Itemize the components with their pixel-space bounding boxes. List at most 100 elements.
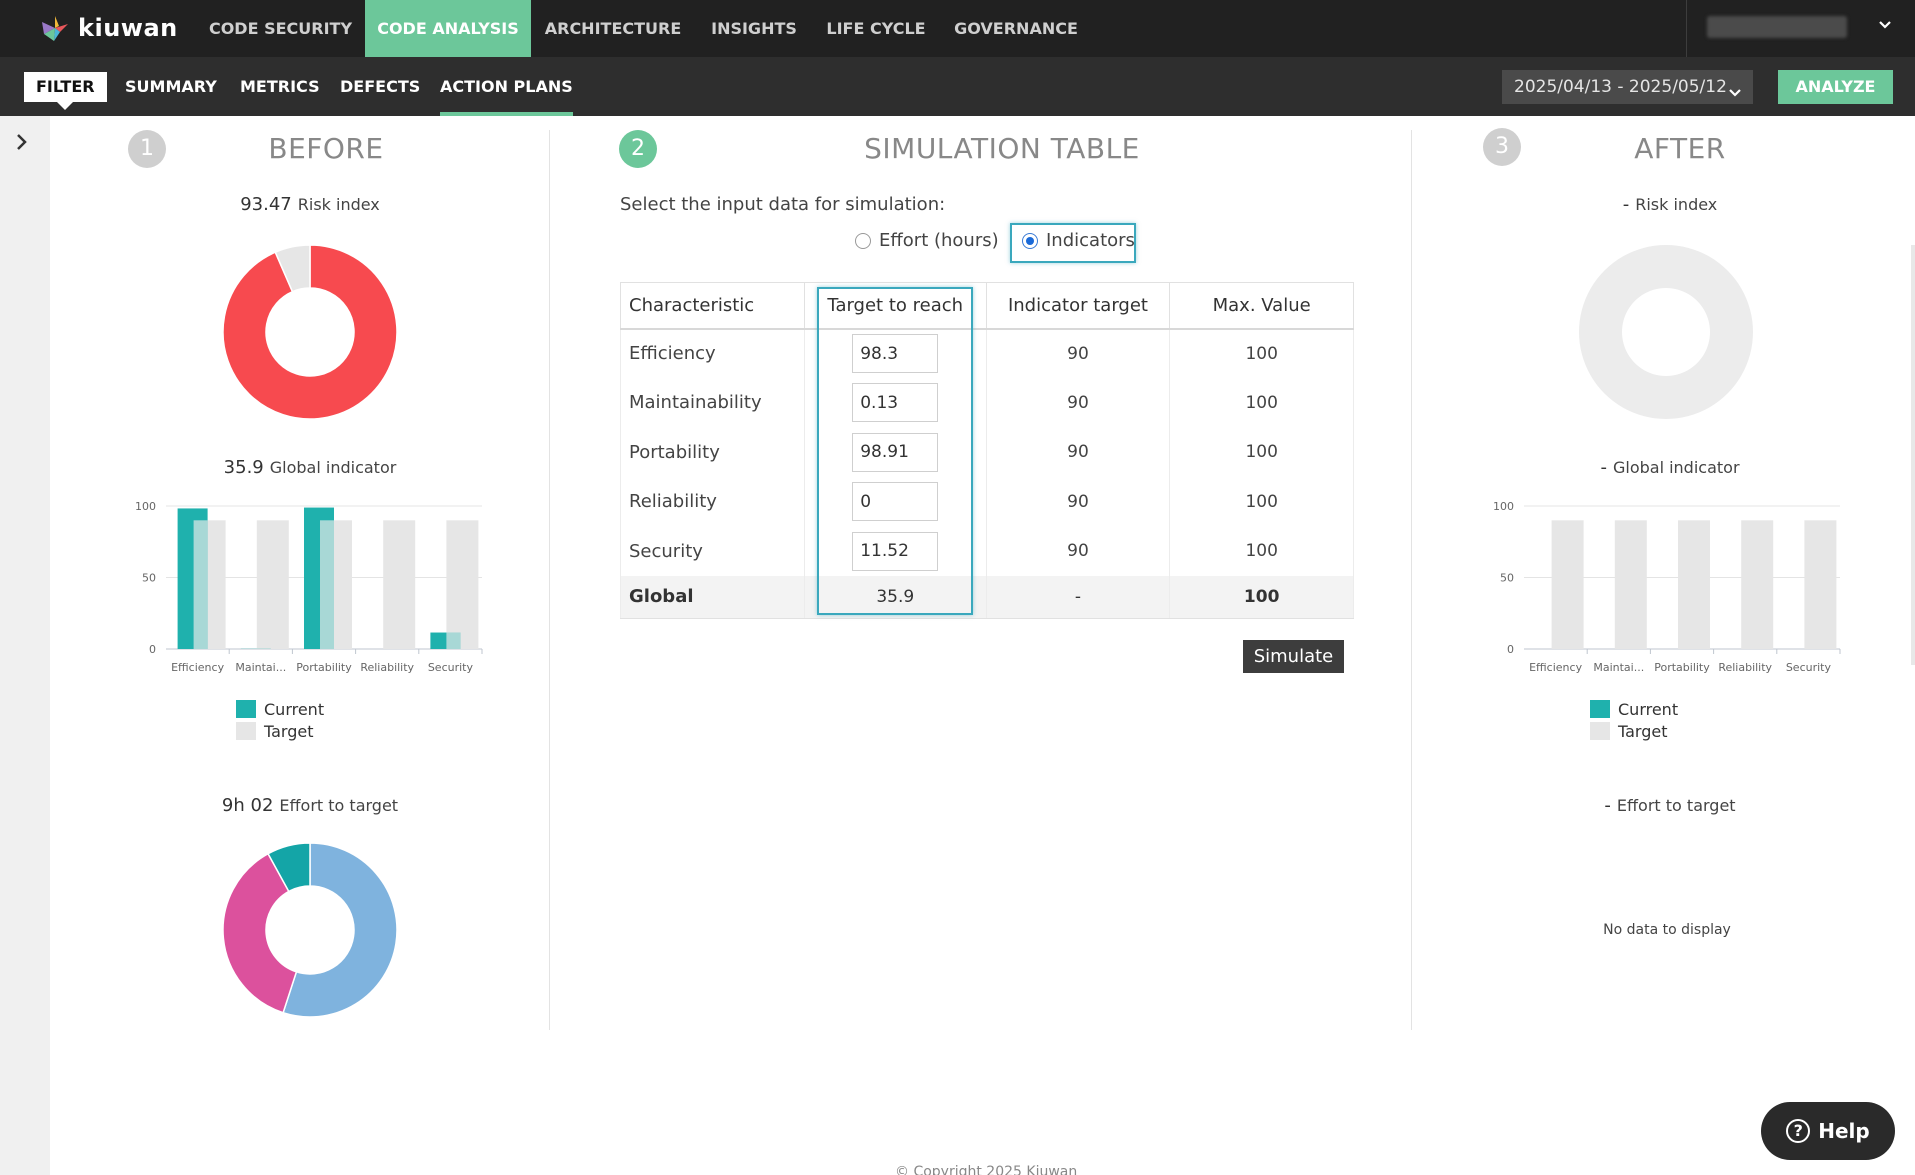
bar-overlap: [446, 632, 461, 649]
bar-target: [1614, 520, 1647, 649]
simulate-button[interactable]: Simulate: [1243, 640, 1344, 673]
bar-target: [1551, 520, 1584, 649]
after-effort-label: Effort to target: [1616, 796, 1736, 815]
step-number-2: 2: [619, 130, 657, 168]
bar-target: [1741, 520, 1774, 649]
date-range-select[interactable]: 2025/04/13 - 2025/05/12: [1502, 70, 1753, 104]
row-indicator-target: 90: [985, 477, 1171, 527]
y-tick-label: 0: [1507, 643, 1514, 656]
before-risk-index: 93.47 Risk index: [160, 194, 460, 215]
legend-swatch-target: [236, 722, 256, 740]
expand-panel-chevron-right-icon[interactable]: [12, 132, 32, 156]
user-avatar-name-blurred: [1707, 16, 1847, 38]
top-navigation-bar: kiuwan CODE SECURITY CODE ANALYSIS ARCHI…: [0, 0, 1915, 57]
row-indicator-target: 90: [985, 328, 1171, 378]
row-characteristic: Efficiency: [620, 328, 805, 378]
scrollbar[interactable]: [1911, 245, 1915, 665]
date-range-value: 2025/04/13 - 2025/05/12: [1514, 77, 1727, 97]
header-characteristic: Characteristic: [620, 282, 805, 330]
nav-code-security[interactable]: CODE SECURITY: [204, 0, 357, 57]
after-effort-to-target: - Effort to target: [1520, 795, 1820, 816]
before-title: BEFORE: [268, 132, 384, 165]
after-risk-index: - Risk index: [1520, 194, 1820, 215]
table-row: Maintainability 90 100: [620, 378, 1354, 428]
radio-effort-label: Effort (hours): [879, 230, 999, 251]
x-tick-label: Maintai...: [1593, 661, 1644, 674]
simulation-table: Characteristic Target to reach Indicator…: [620, 282, 1354, 619]
kiuwan-logo[interactable]: kiuwan: [40, 14, 178, 42]
help-button[interactable]: ? Help: [1761, 1102, 1895, 1160]
kiuwan-logo-icon: [40, 14, 70, 42]
x-tick-label: Maintai...: [235, 661, 286, 674]
bar-overlap: [320, 520, 334, 649]
row-max-value: 100: [1169, 328, 1354, 378]
x-tick-label: Security: [428, 661, 474, 674]
y-tick-label: 100: [1493, 500, 1514, 513]
column-divider: [1411, 130, 1412, 1030]
active-tab-underline: [440, 112, 573, 116]
row-indicator-target: 90: [985, 427, 1171, 477]
secondary-navigation-bar: FILTER SUMMARY METRICS DEFECTS ACTION PL…: [0, 57, 1915, 116]
nav-code-analysis[interactable]: CODE ANALYSIS: [365, 0, 531, 57]
radio-button-indicators[interactable]: [1022, 232, 1038, 249]
table-row-global: Global 35.9 - 100: [620, 576, 1354, 619]
x-tick-label: Efficiency: [171, 661, 224, 674]
tab-defects[interactable]: DEFECTS: [340, 57, 420, 116]
target-column-highlight-box: [817, 287, 973, 615]
step-number-1: 1: [128, 130, 166, 168]
global-indicator-value: 35.9: [223, 457, 264, 478]
radio-effort-hours[interactable]: Effort (hours): [855, 230, 999, 251]
table-row: Portability 90 100: [620, 427, 1354, 477]
row-max-value: 100: [1169, 378, 1354, 428]
no-data-message: No data to display: [1603, 922, 1731, 938]
global-max-value: 100: [1169, 576, 1354, 619]
nav-governance[interactable]: GOVERNANCE: [948, 0, 1084, 57]
donut-slice: [1578, 245, 1753, 419]
before-risk-donut-chart: [222, 244, 398, 420]
column-divider: [549, 130, 550, 1030]
bar-target: [383, 520, 416, 649]
nav-life-cycle[interactable]: LIFE CYCLE: [820, 0, 932, 57]
nav-insights[interactable]: INSIGHTS: [700, 0, 808, 57]
tab-action-plans[interactable]: ACTION PLANS: [440, 57, 573, 116]
y-tick-label: 50: [1500, 572, 1514, 585]
analyze-button[interactable]: ANALYZE: [1778, 70, 1893, 104]
copyright-footer: © Copyright 2025 Kiuwan: [895, 1164, 1078, 1175]
row-indicator-target: 90: [985, 378, 1171, 428]
step-number-3: 3: [1483, 128, 1521, 166]
after-global-bar-chart: 0 50 100 Efficiency Maintai... Portability Rel…: [1493, 500, 1841, 674]
bar-target: [446, 520, 479, 649]
after-legend-current-label: Current: [1618, 699, 1679, 719]
legend-current-label: Current: [264, 699, 325, 719]
x-tick-label: Efficiency: [1529, 661, 1582, 674]
bar-overlap: [193, 520, 208, 649]
after-effort-value: -: [1604, 795, 1611, 816]
x-tick-label: Portability: [296, 661, 352, 674]
legend-swatch-target: [1590, 722, 1610, 740]
after-risk-label: Risk index: [1635, 195, 1718, 214]
legend-target-label: Target: [264, 721, 314, 741]
after-legend-target-label: Target: [1618, 721, 1668, 741]
logo-text: kiuwan: [78, 14, 178, 42]
tab-summary[interactable]: SUMMARY: [125, 57, 217, 116]
before-effort-donut-chart: [222, 842, 398, 1018]
help-label: Help: [1818, 1119, 1870, 1143]
row-characteristic: Reliability: [620, 477, 805, 527]
user-menu[interactable]: [1686, 0, 1915, 57]
radio-button-effort[interactable]: [855, 232, 871, 249]
after-risk-donut-chart: [1578, 245, 1753, 419]
after-risk-value: -: [1622, 194, 1630, 215]
bar-target: [1678, 520, 1710, 649]
nav-architecture[interactable]: ARCHITECTURE: [539, 0, 687, 57]
tab-metrics[interactable]: METRICS: [240, 57, 320, 116]
row-max-value: 100: [1169, 526, 1354, 576]
chevron-down-icon: [1877, 17, 1893, 37]
filter-button[interactable]: FILTER: [24, 72, 107, 110]
table-row: Efficiency 90 100: [620, 328, 1354, 378]
table-header-row: Characteristic Target to reach Indicator…: [620, 282, 1354, 330]
radio-indicators[interactable]: Indicators: [1022, 230, 1135, 251]
header-indicator-target: Indicator target: [985, 282, 1171, 330]
y-tick-label: 100: [135, 500, 156, 513]
y-tick-label: 0: [149, 643, 156, 656]
x-tick-label: Portability: [1654, 661, 1710, 674]
